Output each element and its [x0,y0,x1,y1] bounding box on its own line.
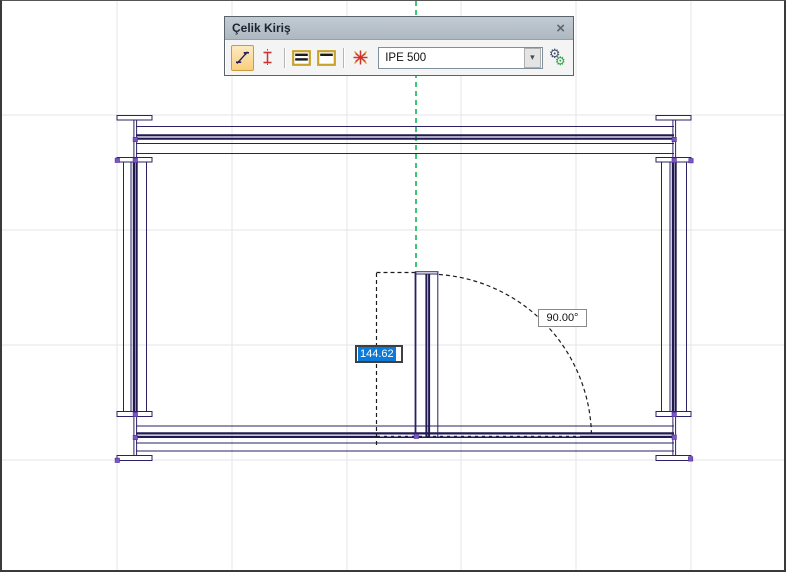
toolbar-separator [343,48,344,68]
beam-display-single-line-button[interactable] [315,45,338,71]
beam-display-two-line-button[interactable] [290,45,313,71]
snap-point-button[interactable] [349,45,372,71]
beam-draw-icon [234,49,251,66]
steel-beam-right[interactable] [662,162,687,412]
celik-kiris-toolbar: Çelik Kiriş × [224,16,574,76]
section-one-bar-icon [317,50,336,66]
toolbar-titlebar[interactable]: Çelik Kiriş × [225,17,573,40]
construction-guides-dashed [377,273,592,447]
draw-steel-beam-button[interactable] [231,45,254,71]
angle-arc [439,275,592,438]
toolbar-body: IPE 500 ▾ ⚙ ⚙ [225,40,573,75]
steel-beam-bottom[interactable] [136,426,674,451]
close-icon[interactable]: × [555,21,566,36]
angle-readout: 90.00° [538,309,587,327]
cad-application-window: 144.62 90.00° Çelik Kiriş × [0,0,786,572]
steel-beam-left[interactable] [124,162,147,412]
profile-select[interactable]: IPE 500 ▾ [378,47,543,69]
steel-section-button[interactable] [256,45,279,71]
section-two-bars-icon [292,50,311,66]
length-input[interactable]: 144.62 [355,345,403,363]
length-input-selected-text: 144.62 [358,347,396,361]
i-beam-icon [259,49,276,66]
drawing-canvas[interactable] [2,1,786,572]
snap-node-markers [115,137,693,462]
toolbar-title: Çelik Kiriş [232,21,555,35]
steel-beam-being-drawn[interactable] [415,272,439,438]
toolbar-separator [284,48,285,68]
chevron-down-icon[interactable]: ▾ [524,48,541,68]
settings-gears-icon[interactable]: ⚙ ⚙ [548,47,568,69]
snap-asterisk-icon [352,49,369,66]
steel-beam-top[interactable] [136,127,674,154]
profile-select-value: IPE 500 [379,52,524,64]
grid-lines [2,1,786,572]
